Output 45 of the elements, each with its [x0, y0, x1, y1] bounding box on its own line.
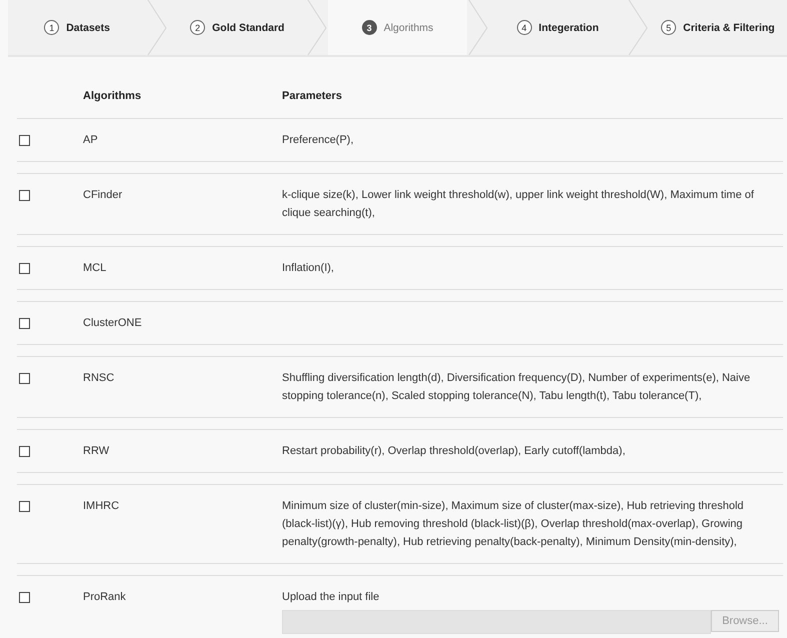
- parameters-text: Inflation(I),: [282, 262, 334, 274]
- checkbox[interactable]: [19, 446, 30, 457]
- wizard-step[interactable]: 1 Datasets: [8, 0, 146, 55]
- column-header: Parameters: [282, 90, 343, 102]
- algorithm-name: RRW: [83, 445, 110, 457]
- algorithm-name: RNSC: [83, 372, 114, 384]
- step-label: Integeration: [538, 22, 599, 34]
- step-separator: [466, 0, 489, 55]
- algorithm-name: MCL: [83, 262, 106, 274]
- step-number: 4: [516, 20, 532, 35]
- checkbox[interactable]: [19, 373, 30, 384]
- parameters-text: k-clique size(k), Lower link weight threshold(w), upper link weight threshold(W), Maximum time of clique searching(t),: [282, 189, 754, 219]
- step-number: 5: [661, 20, 676, 35]
- wizard-step[interactable]: 3 Algorithms: [328, 0, 467, 55]
- parameters-text: Minimum size of cluster(min-size), Maximum size of cluster(max-size), Hub retrieving threshold (black-list)(γ), Hub removing threshold (black-list)(β), Overlap threshold(max-overlap), Growing penalty(growth-penalty), Hub retrieving penalty(back-penalty), Minimum Density(min-density),: [282, 500, 744, 548]
- checkbox[interactable]: [19, 592, 30, 603]
- column-header: Algorithms: [83, 90, 142, 102]
- step-number: 3: [362, 20, 377, 35]
- step-label: Gold Standard: [212, 22, 284, 34]
- algorithm-name: ClusterONE: [83, 317, 142, 329]
- step-label: Algorithms: [384, 22, 434, 34]
- wizard-step[interactable]: 5 Criteria & Filtering: [648, 0, 787, 55]
- checkbox[interactable]: [19, 190, 30, 201]
- checkbox[interactable]: [19, 501, 30, 512]
- algorithm-name: AP: [83, 134, 98, 146]
- parameters-text: Preference(P),: [282, 134, 354, 146]
- step-separator: [146, 0, 168, 55]
- wizard-step[interactable]: 2 Gold Standard: [168, 0, 306, 55]
- step-label: Criteria & Filtering: [683, 22, 775, 34]
- parameters-text: Shuffling diversification length(d), Diversification frequency(D), Number of experiments(e), Naive stopping tolerance(n), Scaled stopping tolerance(N), Tabu length(t), Tabu tolerance(T),: [282, 372, 750, 402]
- wizard-step[interactable]: 4 Integeration: [488, 0, 627, 55]
- checkbox[interactable]: [19, 318, 30, 329]
- algorithm-name: IMHRC: [83, 500, 120, 512]
- algorithm-name: CFinder: [83, 189, 122, 201]
- file-field[interactable]: [282, 610, 711, 634]
- checkbox[interactable]: [19, 135, 30, 146]
- step-separator: [306, 0, 328, 55]
- step-number: 2: [190, 20, 206, 35]
- algorithm-name: ProRank: [83, 591, 126, 603]
- step-separator: [626, 0, 649, 55]
- parameters-text: Restart probability(r), Overlap threshold(overlap), Early cutoff(lambda),: [282, 445, 626, 457]
- step-number: 1: [44, 20, 60, 35]
- step-label: Datasets: [66, 22, 110, 34]
- checkbox[interactable]: [19, 263, 30, 274]
- upload-label: Upload the input file: [282, 591, 380, 603]
